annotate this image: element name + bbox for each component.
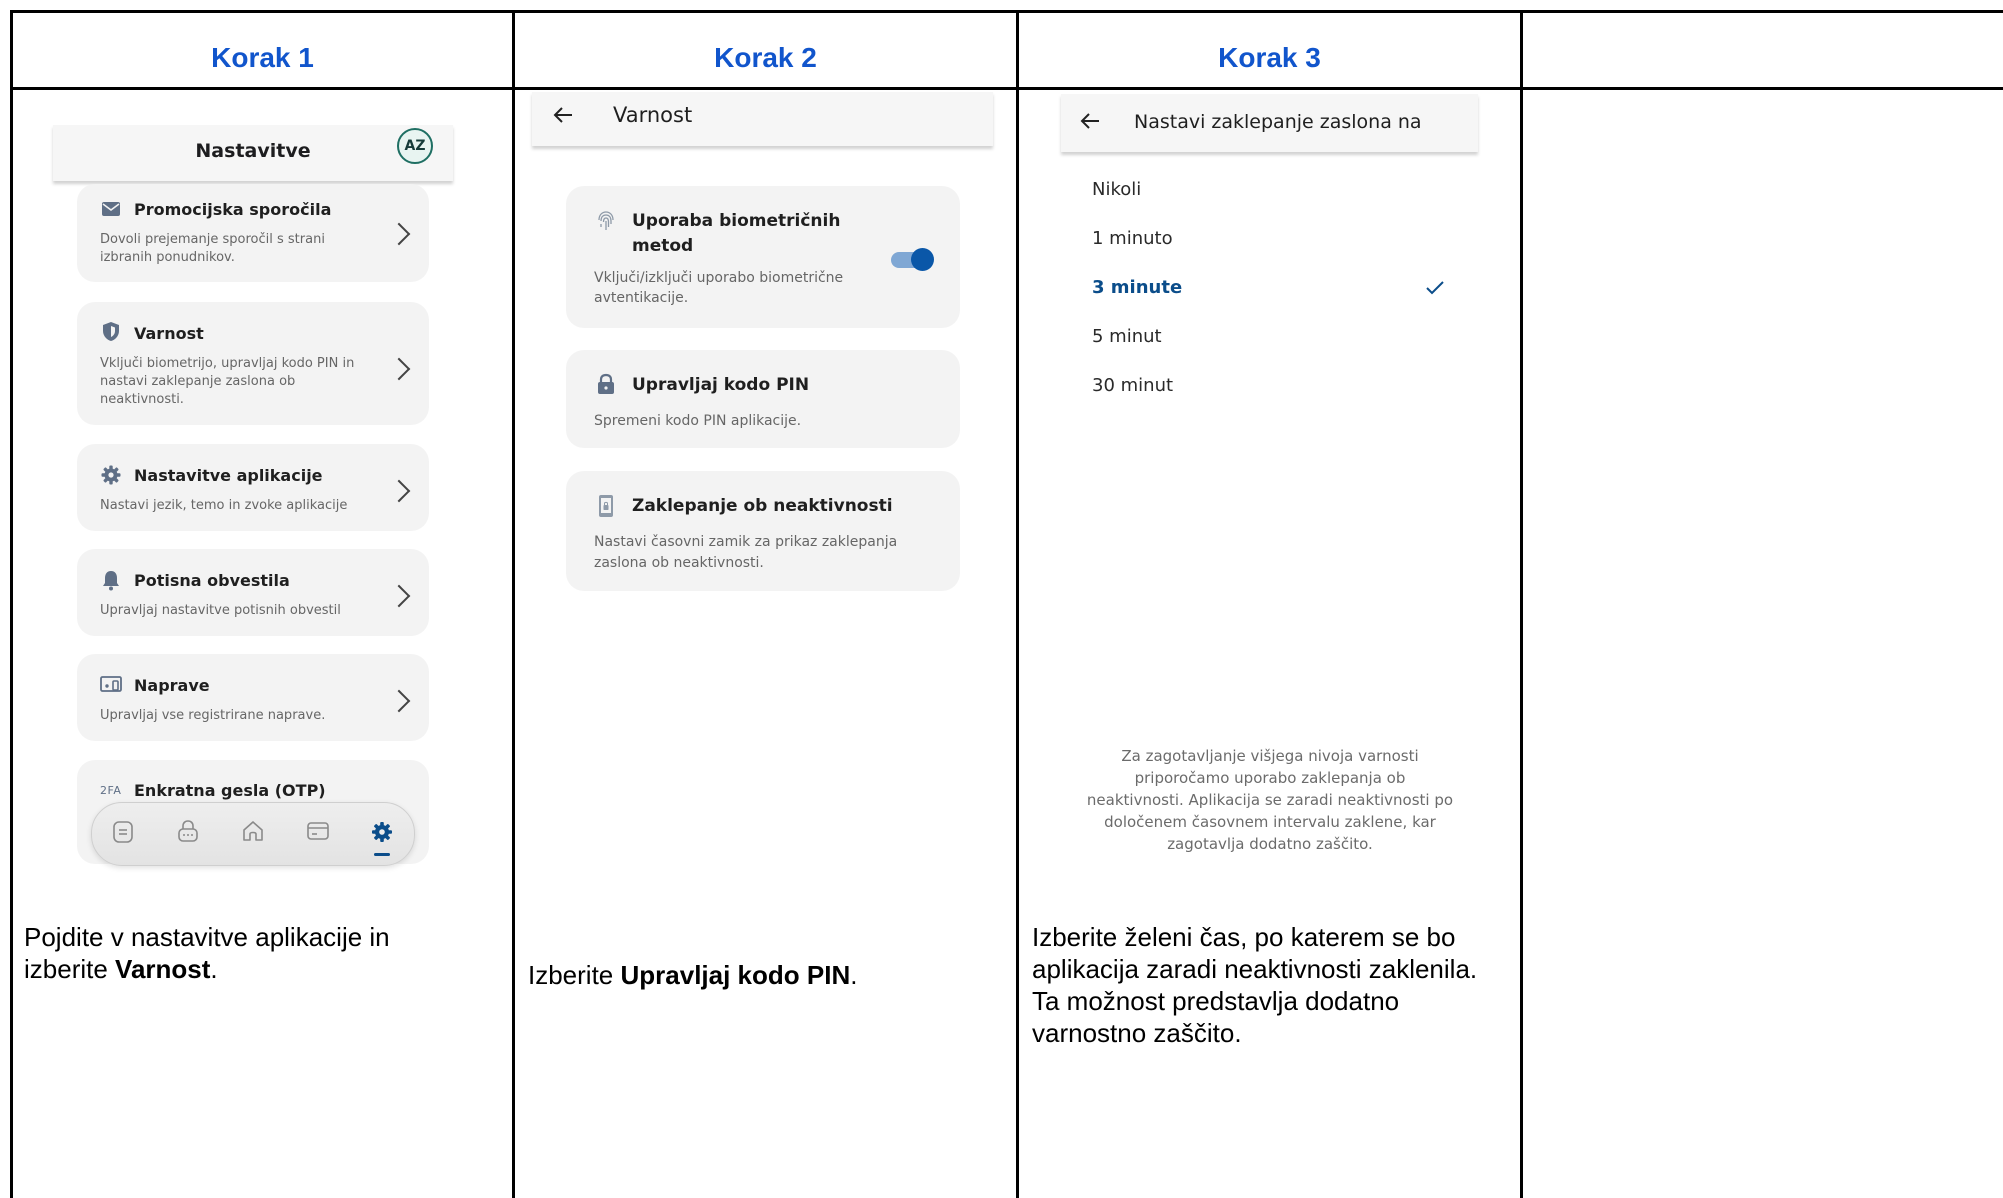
menu-item-description: Upravljaj nastavitve potisnih obvestil (100, 603, 341, 618)
phone-lock-icon (599, 495, 613, 517)
card-icon[interactable] (306, 820, 330, 842)
menu-item-title: Potisna obvestila (134, 571, 290, 590)
document-icon[interactable] (112, 821, 134, 843)
menu-item-description: Nastavi jezik, temo in zvoke aplikacije (100, 498, 348, 513)
fingerprint-icon (598, 211, 614, 230)
settings-nav-icon[interactable] (371, 821, 393, 843)
2fa-icon: 2FA (100, 784, 122, 797)
column-divider (512, 10, 515, 1198)
app-bar (532, 92, 993, 146)
back-arrow-icon[interactable] (552, 104, 574, 126)
bell-icon (103, 571, 119, 591)
header-divider (10, 87, 2003, 90)
security-note: Za zagotavljanje višjega nivoja varnosti… (1086, 747, 1454, 853)
inactivity-lock-description: Nastavi časovni zamik za prikaz zaklepan… (594, 534, 898, 571)
manage-pin-card[interactable] (566, 350, 960, 448)
gear-icon (101, 465, 121, 485)
step-1-caption: Pojdite v nastavitve aplikacije in izber… (24, 922, 390, 984)
menu-item-title: Nastavitve aplikacije (134, 466, 323, 485)
manage-pin-title: Upravljaj kodo PIN (632, 375, 810, 395)
menu-item-description: Vključi biometrijo, upravljaj kodo PIN i… (100, 356, 355, 407)
menu-item-title: Naprave (134, 676, 210, 695)
step-3-heading: Korak 3 (1218, 42, 1321, 73)
manage-pin-description: Spremeni kodo PIN aplikacije. (594, 413, 802, 429)
devices-icon (100, 676, 122, 692)
checkmark-icon (1426, 281, 1444, 295)
menu-item-naprave[interactable] (77, 654, 429, 741)
step-2-caption: Izberite Upravljaj kodo PIN. (528, 960, 858, 990)
step-1-heading: Korak 1 (211, 42, 314, 73)
menu-item-title: Promocijska sporočila (134, 200, 332, 219)
lock-icon (598, 373, 614, 394)
shield-icon (103, 322, 119, 341)
biometrics-title: Uporaba biometričnih metod (632, 211, 841, 256)
option-3-minute-selected[interactable]: 3 minute (1092, 277, 1182, 298)
toggle-knob (911, 248, 934, 271)
biometrics-description: Vključi/izključi uporabo biometrične avt… (594, 270, 844, 306)
menu-item-potisna-obvestila[interactable] (77, 549, 429, 636)
back-arrow-icon[interactable] (1079, 110, 1101, 132)
lock-icon[interactable] (176, 819, 200, 843)
step-3-caption: Izberite želeni čas, po katerem se bo ap… (1032, 922, 1478, 1048)
menu-item-nastavitve-aplikacije[interactable] (77, 444, 429, 531)
inactivity-lock-title: Zaklepanje ob neaktivnosti (632, 496, 893, 516)
option-5-minut[interactable]: 5 minut (1092, 326, 1162, 347)
page-title: Varnost (613, 103, 693, 127)
page-title: Nastavitve (195, 140, 311, 162)
option-nikoli[interactable]: Nikoli (1092, 179, 1141, 200)
column-divider (1016, 10, 1019, 1198)
menu-item-title: Varnost (134, 324, 204, 343)
option-1-minuto[interactable]: 1 minuto (1092, 228, 1173, 249)
menu-item-description: Dovoli prejemanje sporočil s strani izbr… (100, 232, 325, 265)
page-title: Nastavi zaklepanje zaslona na (1134, 111, 1422, 133)
home-icon[interactable] (241, 819, 265, 843)
option-30-minut[interactable]: 30 minut (1092, 375, 1173, 396)
active-tab-indicator (374, 853, 390, 856)
menu-item-description: Upravljaj vse registrirane naprave. (100, 708, 326, 723)
step-2-heading: Korak 2 (714, 42, 817, 73)
mail-icon (102, 202, 120, 216)
avatar[interactable]: AZ (397, 128, 433, 164)
menu-item-title: Enkratna gesla (OTP) (134, 781, 326, 800)
column-divider (1520, 10, 1523, 1198)
